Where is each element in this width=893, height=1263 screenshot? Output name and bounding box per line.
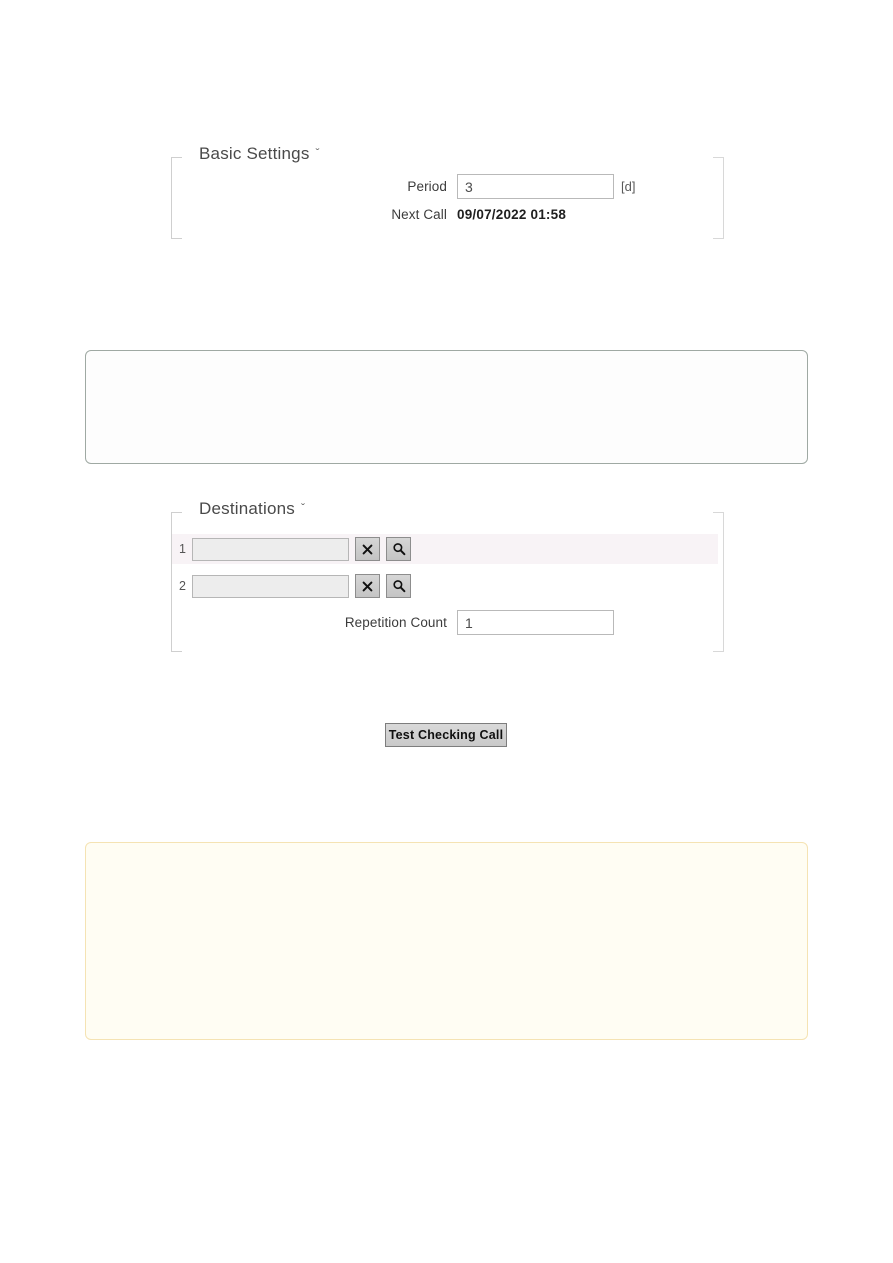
chevron-down-icon[interactable]: ˇ [316,142,320,164]
destination-input-1[interactable] [192,537,349,561]
destinations-title-text: Destinations [199,499,295,518]
destination-index: 2 [179,579,186,593]
destination-row: 1 [172,534,718,564]
basic-settings-title-text: Basic Settings [199,144,310,163]
basic-settings-panel: Basic Settings ˇ Period [d] Next Call 09/… [171,143,724,239]
next-call-label: Next Call [391,207,447,222]
repetition-count-label: Repetition Count [344,615,447,630]
close-icon [362,581,373,591]
destinations-panel: Destinations ˇ 1 2 Repetition Count 1 [171,498,724,652]
repetition-count-input[interactable] [457,610,614,635]
next-call-row: Next Call 09/07/2022 01:58 [171,207,724,222]
close-icon [362,544,373,554]
basic-settings-title[interactable]: Basic Settings ˇ [197,143,328,166]
notice-box [85,350,808,464]
period-input[interactable] [457,174,614,199]
destination-row: 2 [172,571,718,601]
destination-clear-button-2[interactable] [355,574,380,598]
destinations-title[interactable]: Destinations ˇ [197,497,314,521]
chevron-down-icon[interactable]: ˇ [301,497,305,519]
period-label: Period [407,179,447,194]
warning-box [85,842,808,1040]
period-unit: [d] [621,179,636,194]
next-call-value: 09/07/2022 01:58 [457,207,567,222]
test-checking-call-button[interactable]: Test Checking Call [385,723,507,747]
destination-clear-button-1[interactable] [355,537,380,561]
search-icon [392,543,405,556]
search-icon [392,580,405,593]
destination-search-button-2[interactable] [386,574,411,598]
destination-index: 1 [179,542,186,556]
repetition-count-row: Repetition Count [171,610,724,635]
destination-input-2[interactable] [192,574,349,598]
period-row: Period [d] [171,174,724,199]
destination-search-button-1[interactable] [386,537,411,561]
